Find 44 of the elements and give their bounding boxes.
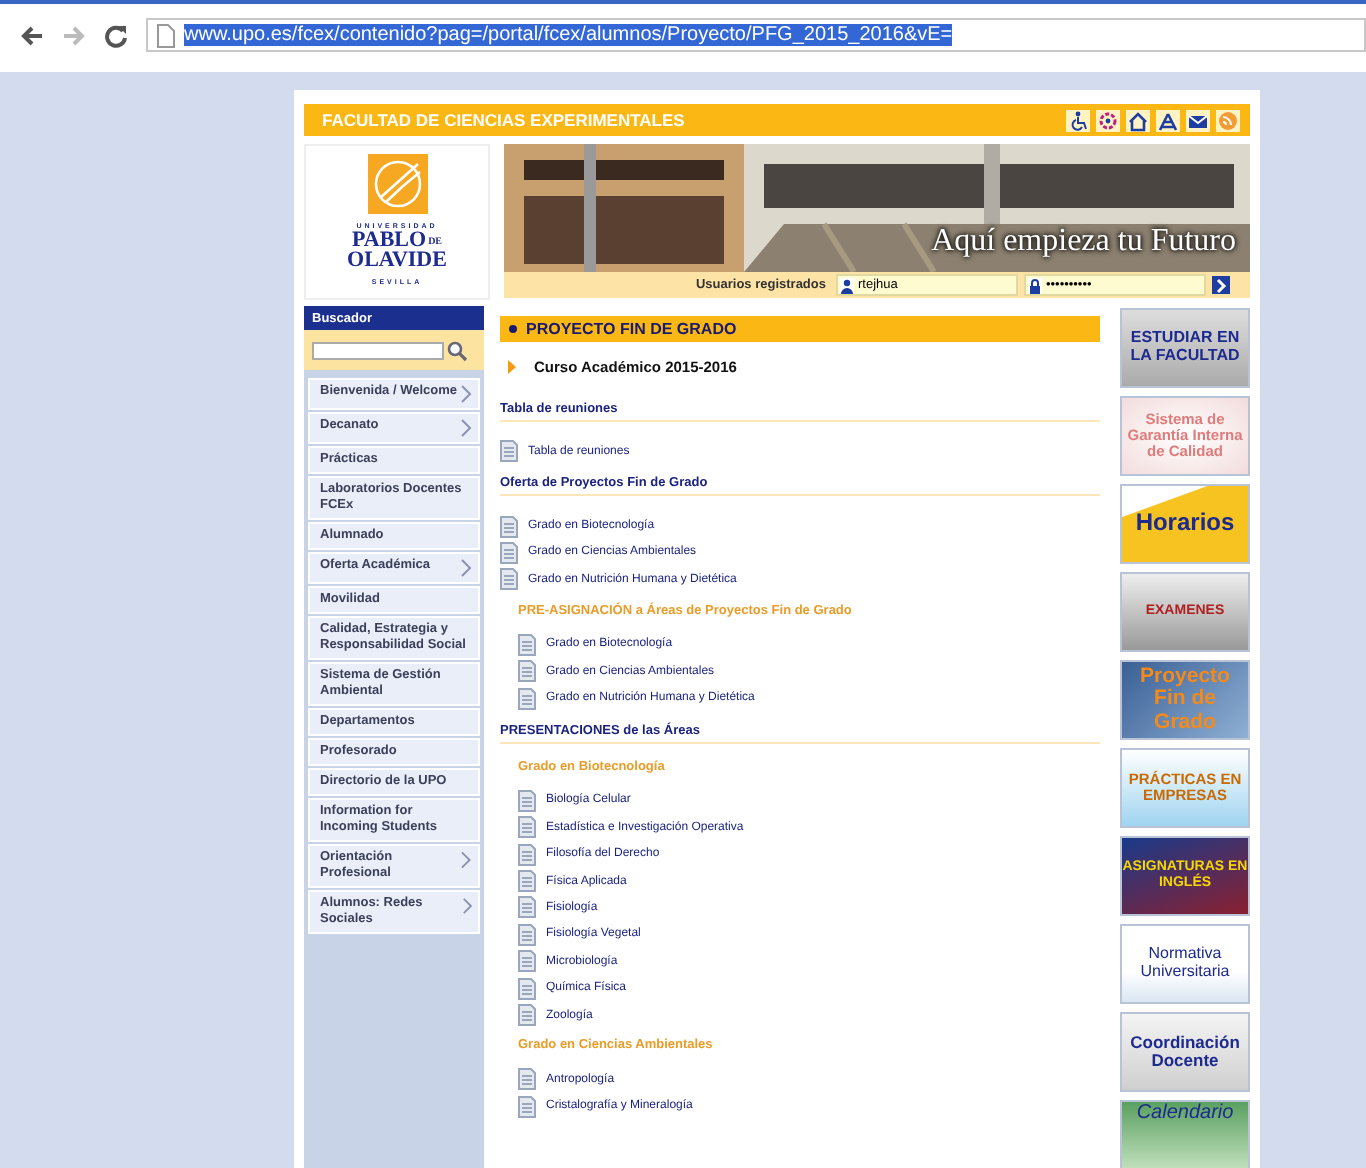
reload-icon[interactable]: [104, 23, 128, 47]
document-icon: [518, 816, 536, 839]
document-icon: [500, 568, 518, 591]
document-icon: [518, 660, 536, 683]
document-icon: [518, 1004, 536, 1027]
document-icon: [518, 633, 536, 656]
promo-banner[interactable]: Coordinación Docente: [1120, 1012, 1250, 1092]
document-icon: [518, 923, 536, 946]
search-icon[interactable]: [446, 339, 468, 361]
url-text: www.upo.es/fcex/contenido?pag=/portal/fcex/alumnos/Proyecto/PFG_2015_2016&vE=: [184, 24, 953, 46]
page-icon: [156, 23, 176, 47]
document-icon: [500, 515, 518, 538]
document-icon: [500, 541, 518, 564]
promo-banner[interactable]: Calendario: [1120, 1100, 1250, 1168]
mail-icon[interactable]: [1186, 109, 1210, 131]
lock-icon: [1028, 277, 1042, 293]
document-icon: [518, 896, 536, 919]
document-icon: [518, 870, 536, 893]
document-icon: [518, 687, 536, 710]
logo-text: OLAVIDE: [347, 250, 447, 270]
section-title-bar: PROYECTO FIN DE GRADO: [500, 316, 1100, 342]
document-icon: [518, 1068, 536, 1091]
search-field[interactable]: [312, 341, 444, 359]
bullet-icon: [508, 324, 518, 334]
triangle-icon: [508, 360, 516, 374]
document-icon: [518, 843, 536, 866]
login-button[interactable]: [1212, 276, 1230, 294]
slogan-text: Aquí empieza tu Futuro: [931, 224, 1236, 260]
document-icon: [518, 1095, 536, 1118]
promo-banner[interactable]: Normativa Universitaria: [1120, 924, 1250, 1004]
accessibility-icon[interactable]: [1066, 109, 1090, 131]
flower-icon[interactable]: [1096, 109, 1120, 131]
home-icon[interactable]: [1126, 109, 1150, 131]
promo-banner[interactable]: Horarios: [1120, 484, 1250, 564]
document-icon: [518, 977, 536, 1000]
promo-banner[interactable]: ESTUDIAR EN LA FACULTAD: [1120, 308, 1250, 388]
address-bar[interactable]: www.upo.es/fcex/contenido?pag=/portal/fcex/alumnos/Proyecto/PFG_2015_2016&vE=: [146, 18, 1366, 52]
faculty-title: FACULTAD DE CIENCIAS EXPERIMENTALES: [322, 110, 685, 130]
document-icon: [518, 950, 536, 973]
user-icon: [840, 277, 854, 293]
logo-text: PABLO: [351, 230, 427, 250]
back-icon[interactable]: [20, 23, 44, 47]
document-icon: [518, 789, 536, 812]
document-icon: [500, 440, 518, 463]
